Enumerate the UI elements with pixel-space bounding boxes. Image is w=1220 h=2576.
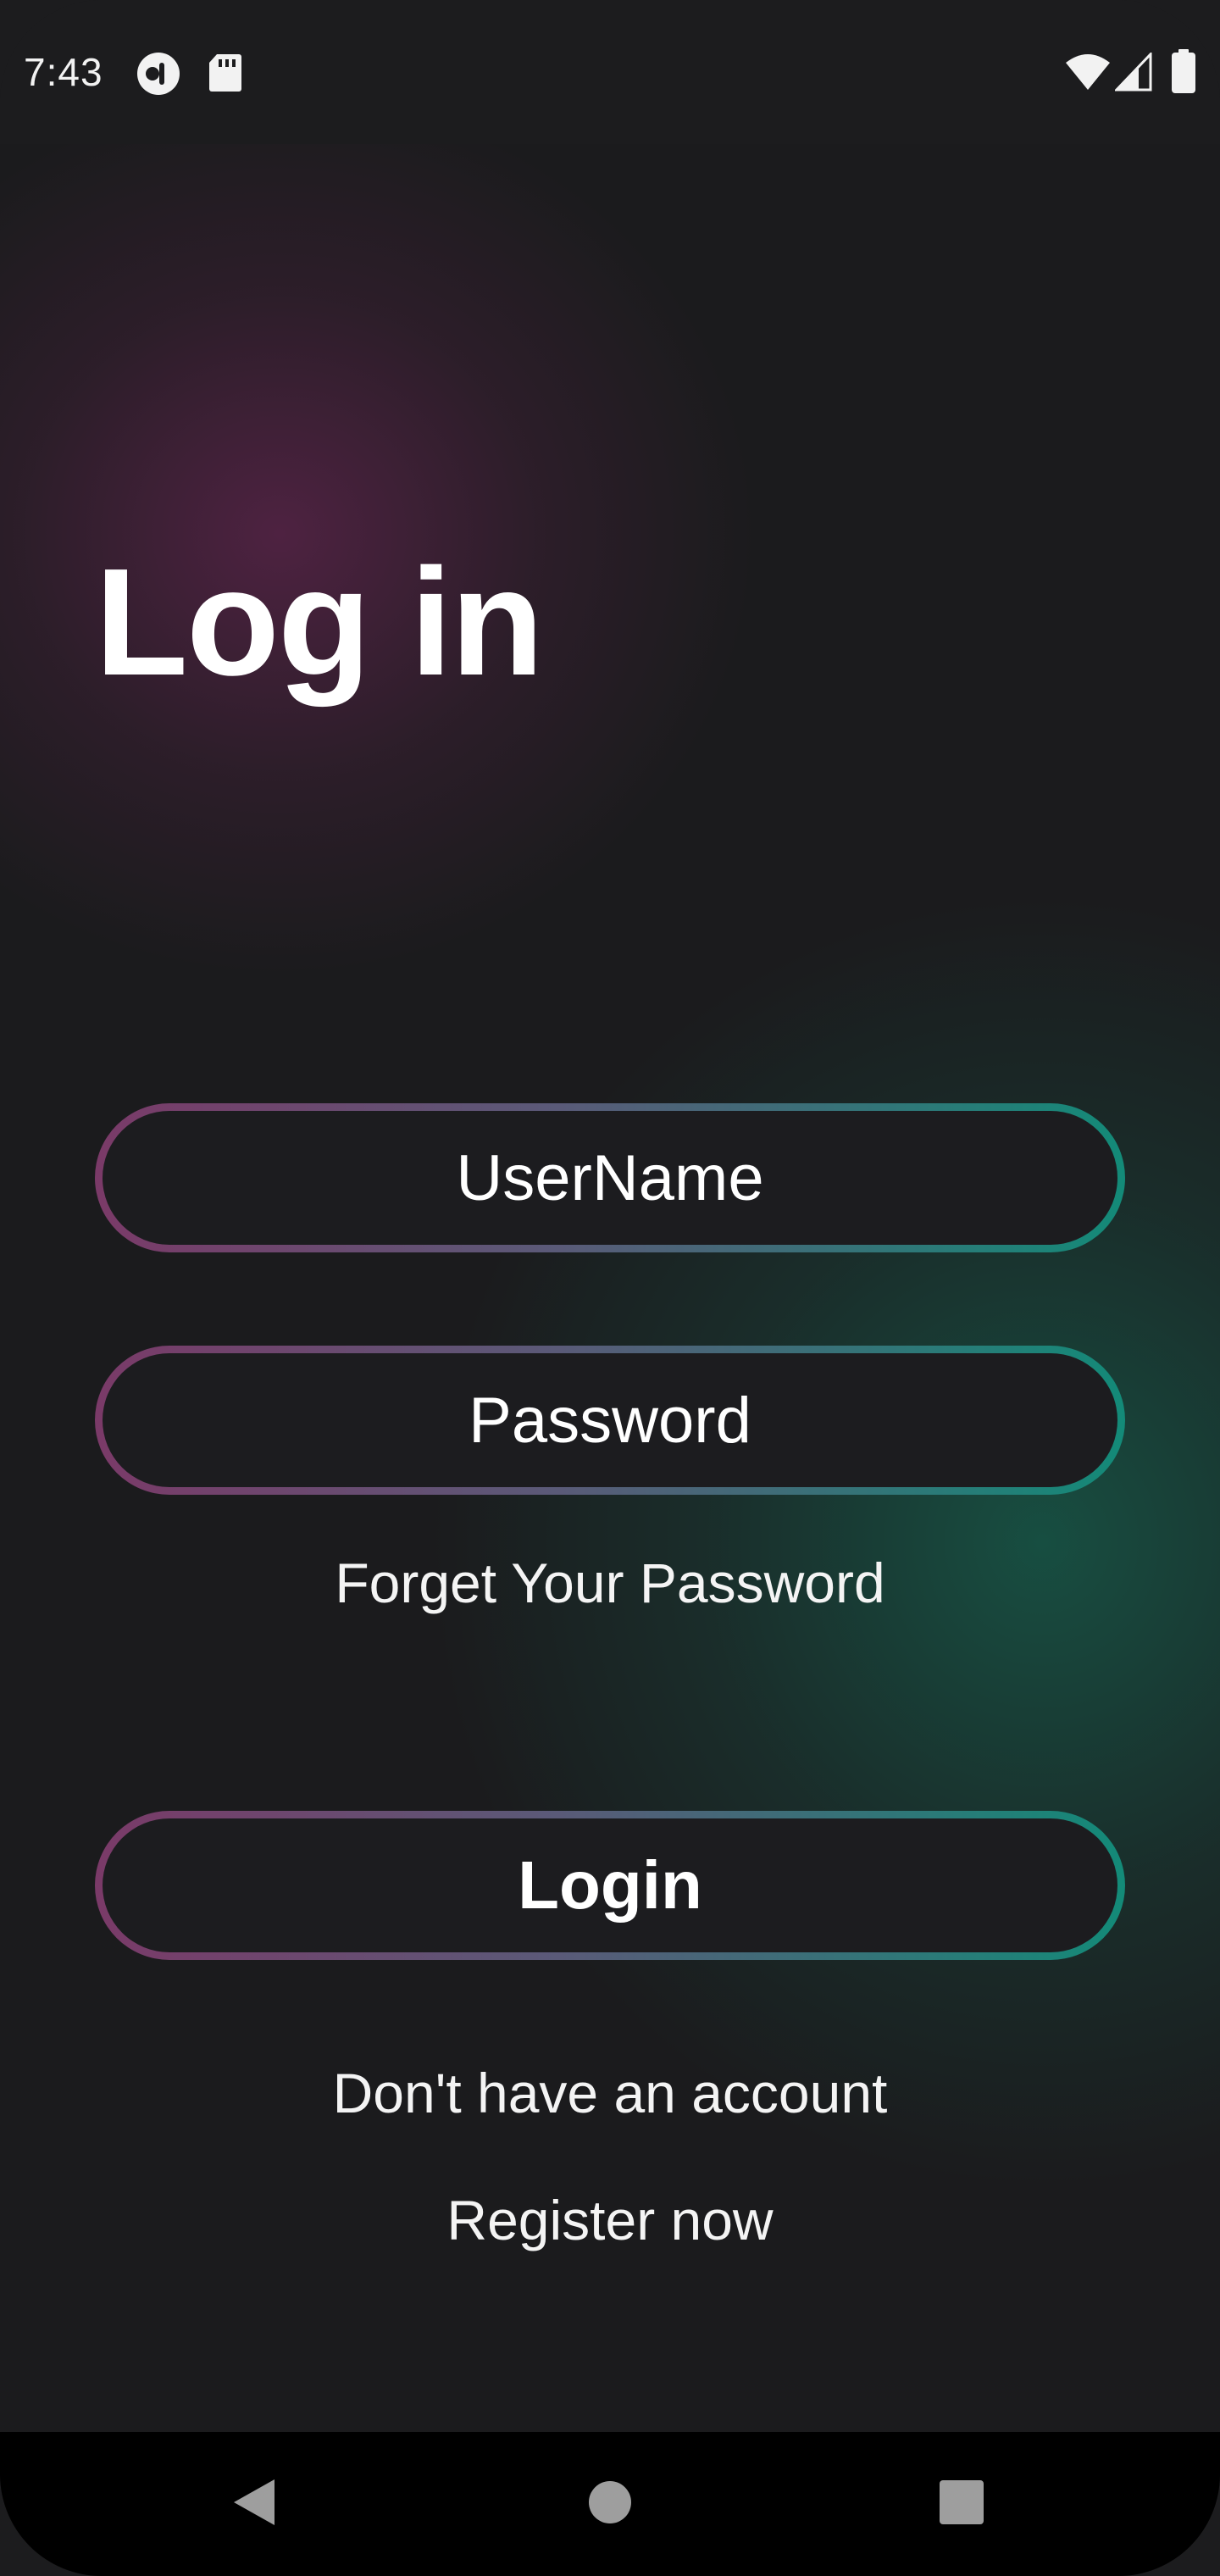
- username-input[interactable]: [103, 1110, 1117, 1246]
- recents-square-icon: [938, 2479, 985, 2530]
- status-bar: 7:43: [0, 0, 1220, 144]
- forgot-password-link[interactable]: Forget Your Password: [0, 1551, 1220, 1615]
- recents-button[interactable]: [877, 2432, 1046, 2576]
- notification-app-icon: [136, 51, 181, 101]
- cellular-signal-icon: [1113, 51, 1152, 96]
- home-button[interactable]: [525, 2432, 695, 2576]
- page-title: Log in: [95, 537, 544, 708]
- no-account-text: Don't have an account: [332, 2062, 888, 2124]
- wifi-icon: [1064, 53, 1112, 96]
- back-triangle-icon: [230, 2476, 278, 2533]
- navigation-bar: [0, 2432, 1220, 2576]
- login-button-label: Login: [518, 1847, 702, 1923]
- home-circle-icon: [588, 2480, 632, 2529]
- password-input[interactable]: [103, 1352, 1117, 1488]
- status-time: 7:43: [24, 50, 103, 94]
- sd-card-icon: [208, 53, 242, 97]
- register-link[interactable]: Register now: [0, 2188, 1220, 2252]
- back-button[interactable]: [169, 2432, 339, 2576]
- battery-icon: [1171, 49, 1196, 97]
- username-field[interactable]: [95, 1103, 1125, 1252]
- login-button[interactable]: Login: [95, 1811, 1125, 1960]
- phone-screen: 7:43 Log in UserName Forget Your Passwor…: [0, 0, 1220, 2576]
- password-field[interactable]: [95, 1346, 1125, 1495]
